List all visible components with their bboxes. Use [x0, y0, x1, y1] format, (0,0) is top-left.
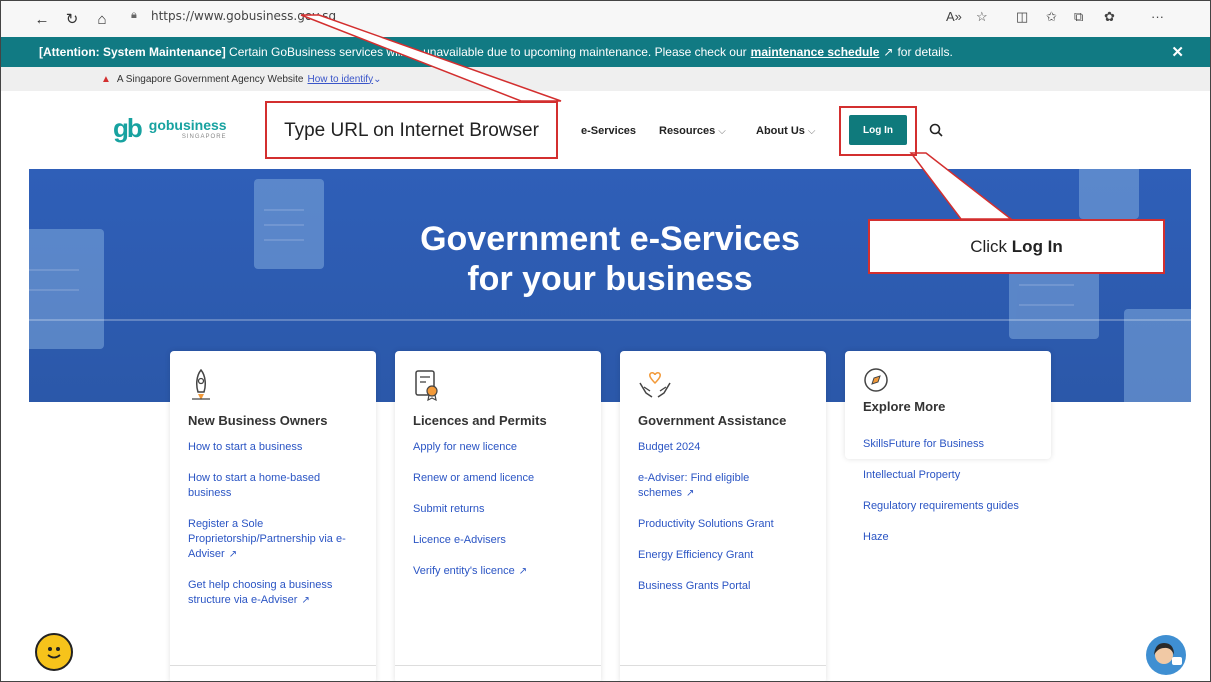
- chat-assistant-avatar-icon[interactable]: [1146, 635, 1186, 675]
- annotation-arrows: [300, 14, 1014, 220]
- login-callout: Click Log In: [868, 219, 1165, 274]
- login-callout-pointer: [909, 152, 1014, 220]
- assistant-face-icon: [1154, 643, 1182, 665]
- screenshot-frame: ← ↻ ⌂ 🔒︎ https://www.gobusiness.gov.sg A…: [0, 0, 1211, 682]
- login-callout-prefix: Click: [970, 236, 1008, 256]
- login-highlight-box: [839, 106, 917, 156]
- feedback-smiley-icon[interactable]: [35, 633, 73, 671]
- url-callout: Type URL on Internet Browser: [265, 101, 558, 159]
- smiley-face-icon: [47, 647, 61, 659]
- url-callout-pointer: [300, 14, 562, 102]
- login-callout-bold: Log In: [1011, 236, 1063, 256]
